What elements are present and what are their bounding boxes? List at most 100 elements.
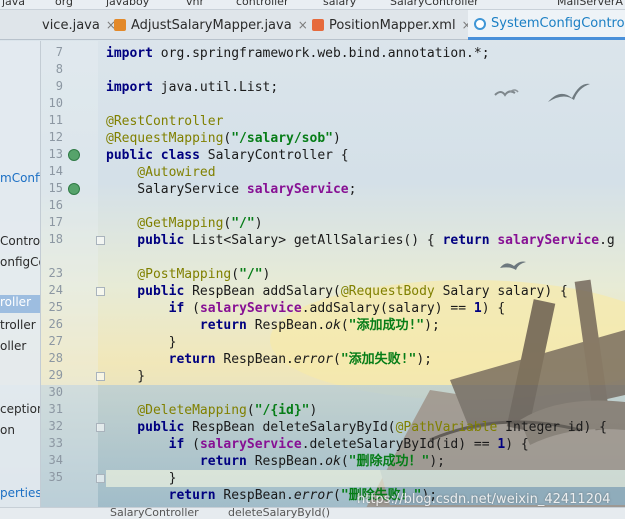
code-editor[interactable]: import org.springframework.web.bind.anno… [98, 41, 625, 507]
code-line[interactable]: @DeleteMapping("/{id}") [106, 402, 317, 419]
line-number: 23 [48, 266, 63, 280]
tree-item[interactable]: mConfig [0, 171, 40, 185]
code-token: import [106, 80, 153, 95]
code-token: RespBean. [246, 454, 326, 469]
tree-item[interactable]: Contro [0, 234, 40, 248]
code-line[interactable]: @PostMapping("/") [106, 266, 270, 283]
breadcrumb-item[interactable]: SalaryController [390, 0, 479, 8]
code-token: "/" [239, 267, 263, 282]
code-line[interactable]: @GetMapping("/") [106, 215, 262, 232]
tab-adjust-salary-mapper[interactable]: AdjustSalaryMapper.java × [108, 10, 308, 40]
line-number: 25 [48, 300, 63, 314]
line-number: 33 [48, 436, 63, 450]
code-line[interactable]: public RespBean addSalary(@RequestBody S… [106, 283, 568, 300]
tree-item[interactable]: oller [0, 339, 26, 353]
tree-item[interactable]: perties [0, 486, 40, 500]
code-token: ( [340, 454, 349, 469]
code-token: "删除成功！" [348, 454, 430, 469]
code-token: ); [416, 352, 432, 367]
code-line[interactable]: if (salaryService.deleteSalaryById(id) =… [106, 436, 529, 453]
code-token: return [106, 454, 247, 469]
code-token: "添加失败!" [340, 352, 417, 367]
tab-label: vice.java [42, 17, 100, 33]
tab-label: SystemConfigController [491, 16, 625, 31]
breadcrumb-item[interactable]: MailServerA [557, 0, 623, 8]
code-token: return [442, 233, 490, 248]
code-token: if [106, 301, 185, 316]
code-token: ( [333, 488, 341, 503]
tab-vice-java[interactable]: vice.java × [36, 10, 116, 40]
project-tree-panel: mConfig Contro onfigCo roller troller ol… [0, 41, 41, 507]
code-line[interactable]: @RequestMapping("/salary/sob") [106, 130, 341, 147]
breadcrumb-item[interactable]: org [55, 0, 73, 8]
code-line[interactable]: import java.util.List; [106, 79, 278, 96]
line-number: 10 [48, 96, 63, 110]
line-number: 35 [48, 470, 63, 484]
line-number: 16 [48, 198, 63, 212]
tree-item[interactable]: troller [0, 318, 36, 332]
breadcrumb-item[interactable]: salary [323, 0, 356, 8]
line-number: 17 [48, 215, 63, 229]
code-token: salaryService [497, 233, 600, 248]
code-token: SalaryService [106, 182, 247, 197]
tree-item[interactable]: onfigCo [0, 255, 40, 269]
code-token: return [106, 318, 247, 333]
code-token: salaryService [199, 437, 302, 452]
code-line[interactable]: return RespBean.ok("删除成功！"); [106, 453, 445, 470]
code-line[interactable]: import org.springframework.web.bind.anno… [106, 45, 490, 62]
code-line[interactable]: @RestController [106, 113, 223, 130]
code-line[interactable]: public List<Salary> getAllSalaries() { r… [106, 232, 614, 249]
code-line[interactable]: } [106, 470, 625, 487]
code-token: import [106, 46, 153, 61]
code-line[interactable]: } [106, 334, 177, 351]
line-number: 30 [48, 385, 63, 399]
code-token: ) [332, 131, 341, 146]
line-number: 32 [48, 419, 63, 433]
code-line[interactable]: return RespBean.error("添加失败!"); [106, 351, 432, 368]
code-line[interactable]: } [106, 368, 145, 385]
tab-position-mapper[interactable]: PositionMapper.xml × [306, 10, 472, 40]
status-method-name[interactable]: deleteSalaryById() [228, 508, 330, 519]
line-number: 7 [55, 45, 63, 59]
tab-label: AdjustSalaryMapper.java [131, 17, 292, 33]
code-token: public [106, 284, 185, 299]
code-token: Integer id) { [497, 420, 607, 435]
code-token: @RequestMapping [106, 131, 224, 146]
breadcrumb-item[interactable]: controller [236, 0, 288, 8]
line-number: 29 [48, 368, 63, 382]
code-token: } [106, 369, 146, 384]
code-line[interactable]: public class SalaryController { [106, 147, 349, 164]
line-number: 24 [48, 283, 63, 297]
line-number: 27 [48, 334, 63, 348]
code-token: ok [325, 454, 341, 469]
code-token: ( [246, 403, 255, 418]
code-line[interactable]: @Autowired [106, 164, 216, 181]
code-token: error [293, 488, 333, 503]
code-line[interactable]: SalaryService salaryService; [106, 181, 356, 198]
code-token: ( [333, 352, 341, 367]
code-line[interactable]: if (salaryService.addSalary(salary) == 1… [106, 300, 506, 317]
breadcrumb-item[interactable]: javaboy [106, 0, 149, 8]
tree-item[interactable]: on [0, 423, 15, 437]
spring-bean-icon[interactable] [68, 149, 80, 161]
breadcrumb-item[interactable]: java [2, 0, 25, 8]
breadcrumb: java org javaboy vhr controller salary S… [0, 0, 625, 10]
code-token: "/{id}" [254, 403, 310, 418]
autowired-icon[interactable] [68, 183, 80, 195]
code-token: "/salary/sob" [231, 131, 333, 146]
status-bar: SalaryController deleteSalaryById() [0, 507, 625, 519]
tab-label: PositionMapper.xml [329, 17, 456, 33]
status-class-name[interactable]: SalaryController [110, 508, 199, 519]
code-token: salaryService [199, 301, 302, 316]
code-token: ( [184, 437, 200, 452]
code-line[interactable]: return RespBean.ok("添加成功!"); [106, 317, 440, 334]
tree-item[interactable]: ception [0, 402, 40, 416]
line-number: 8 [55, 62, 63, 76]
code-token: @Autowired [106, 165, 216, 180]
tab-system-config-controller[interactable]: SystemConfigController [468, 10, 625, 40]
code-token: ( [340, 318, 349, 333]
code-token: .deleteSalaryById(id) == [301, 437, 498, 452]
tree-item-selected[interactable]: roller [0, 295, 40, 313]
breadcrumb-item[interactable]: vhr [186, 0, 204, 8]
code-line[interactable]: public RespBean deleteSalaryById(@PathVa… [106, 419, 607, 436]
